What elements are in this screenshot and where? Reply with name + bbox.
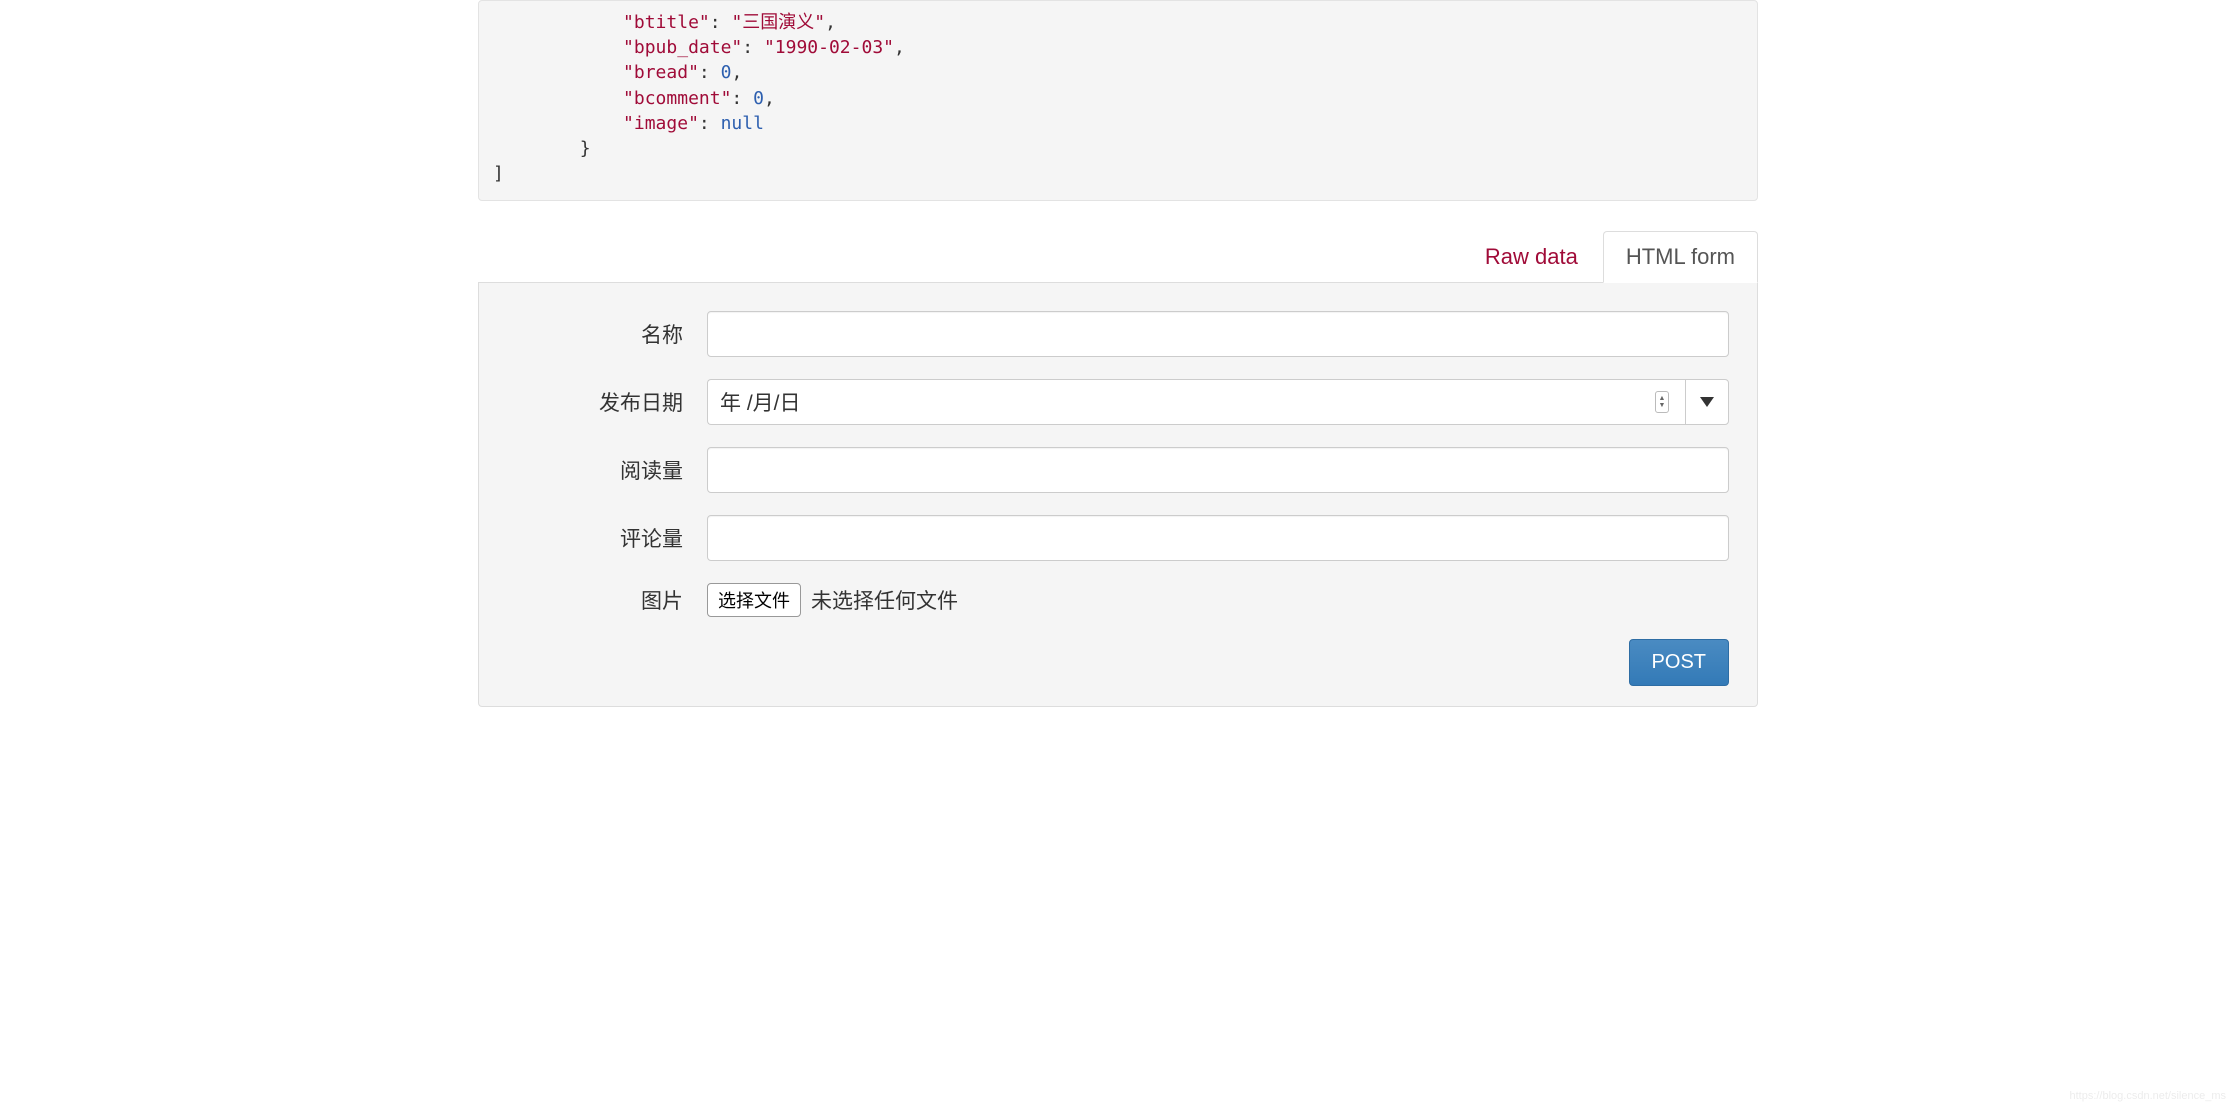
post-button[interactable]: POST	[1629, 639, 1729, 686]
html-form-panel: 名称 发布日期 年 /月/日 ▲▼	[478, 282, 1758, 707]
form-row-read: 阅读量	[507, 447, 1729, 493]
input-name[interactable]	[707, 311, 1729, 357]
input-pub-date[interactable]: 年 /月/日 ▲▼	[707, 379, 1685, 425]
choose-file-button[interactable]: 选择文件	[707, 583, 801, 617]
request-form-tabs: Raw data HTML form 名称 发布日期 年 /月/日	[478, 231, 1758, 707]
form-row-image: 图片 选择文件 未选择任何文件	[507, 583, 1729, 617]
input-comment[interactable]	[707, 515, 1729, 561]
form-row-name: 名称	[507, 311, 1729, 357]
tab-html-form-link[interactable]: HTML form	[1603, 231, 1758, 283]
form-row-comment: 评论量	[507, 515, 1729, 561]
date-spinner-icon[interactable]: ▲▼	[1655, 391, 1669, 413]
response-json: "btitle": "三国演义", "bpub_date": "1990-02-…	[493, 10, 1743, 186]
date-dropdown-button[interactable]	[1685, 379, 1729, 425]
response-body-panel: "btitle": "三国演义", "bpub_date": "1990-02-…	[478, 0, 1758, 201]
form-actions: POST	[507, 639, 1729, 686]
date-placeholder-text: 年 /月/日	[720, 387, 1655, 417]
label-pub-date: 发布日期	[507, 387, 707, 417]
form-row-pub-date: 发布日期 年 /月/日 ▲▼	[507, 379, 1729, 425]
tab-raw-data-link[interactable]: Raw data	[1462, 231, 1601, 283]
tab-raw-data[interactable]: Raw data	[1462, 231, 1601, 283]
label-comment: 评论量	[507, 523, 707, 553]
watermark-text: https://blog.csdn.net/silence_ms	[2069, 1090, 2226, 1102]
file-status-text: 未选择任何文件	[811, 585, 958, 615]
input-read[interactable]	[707, 447, 1729, 493]
label-name: 名称	[507, 319, 707, 349]
label-image: 图片	[507, 585, 707, 615]
tab-list: Raw data HTML form	[478, 231, 1758, 283]
tab-html-form[interactable]: HTML form	[1603, 231, 1758, 283]
label-read: 阅读量	[507, 455, 707, 485]
chevron-down-icon	[1700, 397, 1714, 407]
